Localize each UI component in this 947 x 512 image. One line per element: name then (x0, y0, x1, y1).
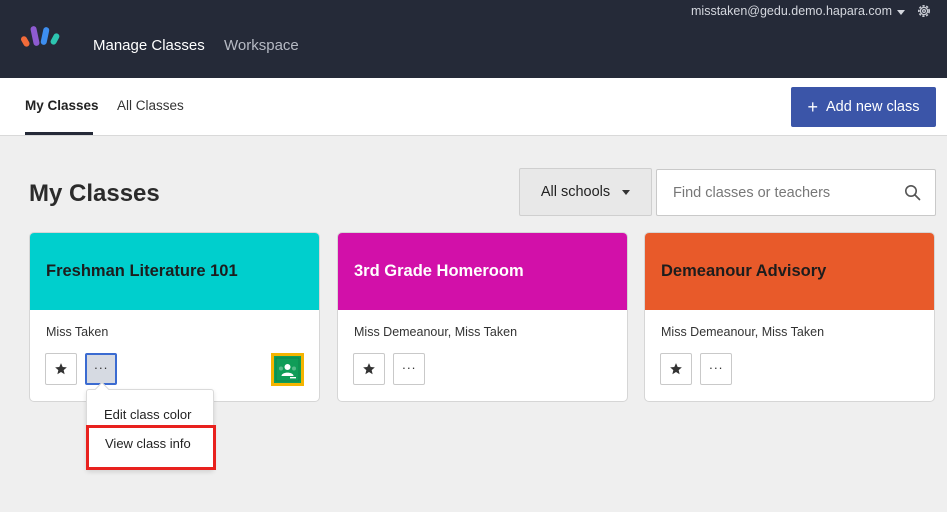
account-menu[interactable]: misstaken@gedu.demo.hapara.com (691, 4, 905, 18)
search-input[interactable] (657, 170, 897, 215)
more-options-button[interactable]: ··· (700, 353, 732, 385)
more-dots-icon: ··· (708, 359, 724, 375)
star-icon (55, 363, 67, 375)
gear-icon[interactable] (916, 3, 932, 19)
hapara-logo[interactable] (20, 24, 64, 50)
class-card[interactable]: Demeanour Advisory Miss Demeanour, Miss … (644, 232, 935, 402)
star-icon (363, 363, 375, 375)
class-teachers: Miss Taken (46, 325, 109, 339)
google-classroom-icon[interactable] (271, 353, 304, 386)
nav-manage-classes[interactable]: Manage Classes (93, 37, 205, 54)
class-name[interactable]: 3rd Grade Homeroom (354, 262, 524, 281)
class-name[interactable]: Freshman Literature 101 (46, 262, 238, 281)
class-card-header[interactable]: 3rd Grade Homeroom (338, 233, 627, 310)
star-button[interactable] (660, 353, 692, 385)
class-card-header[interactable]: Freshman Literature 101 (30, 233, 319, 310)
school-filter-value: All schools (540, 184, 611, 200)
menu-item-edit-class-color[interactable]: Edit class color (87, 407, 215, 422)
top-navigation-bar: Manage Classes Workspace misstaken@gedu.… (0, 0, 947, 78)
more-options-button[interactable]: ··· (393, 353, 425, 385)
chevron-down-icon (897, 9, 905, 15)
tab-my-classes[interactable]: My Classes (25, 98, 99, 113)
more-dots-icon: ··· (93, 359, 109, 375)
more-dots-icon: ··· (401, 359, 417, 375)
star-button[interactable] (353, 353, 385, 385)
highlight-box (86, 425, 216, 470)
chevron-down-icon (622, 189, 631, 195)
star-button[interactable] (45, 353, 77, 385)
page-title: My Classes (29, 180, 160, 207)
add-new-class-button[interactable]: + Add new class (791, 87, 936, 127)
tab-all-classes[interactable]: All Classes (117, 98, 184, 113)
account-email: misstaken@gedu.demo.hapara.com (691, 4, 892, 18)
class-card-header[interactable]: Demeanour Advisory (645, 233, 934, 310)
class-teachers: Miss Demeanour, Miss Taken (661, 325, 825, 339)
class-card[interactable]: 3rd Grade Homeroom Miss Demeanour, Miss … (337, 232, 628, 402)
school-filter-dropdown[interactable]: All schools (519, 168, 652, 216)
add-new-class-label: Add new class (826, 99, 920, 115)
active-tab-indicator (25, 132, 93, 135)
more-options-button[interactable]: ··· (85, 353, 117, 385)
class-name[interactable]: Demeanour Advisory (661, 262, 826, 281)
plus-icon: + (807, 97, 818, 117)
nav-workspace[interactable]: Workspace (224, 37, 299, 54)
star-icon (670, 363, 682, 375)
class-card[interactable]: Freshman Literature 101 Miss Taken ··· (29, 232, 320, 402)
class-tabs-bar: My Classes All Classes + Add new class (0, 78, 947, 136)
search-icon[interactable] (904, 184, 921, 201)
search-box (656, 169, 936, 216)
class-teachers: Miss Demeanour, Miss Taken (354, 325, 518, 339)
